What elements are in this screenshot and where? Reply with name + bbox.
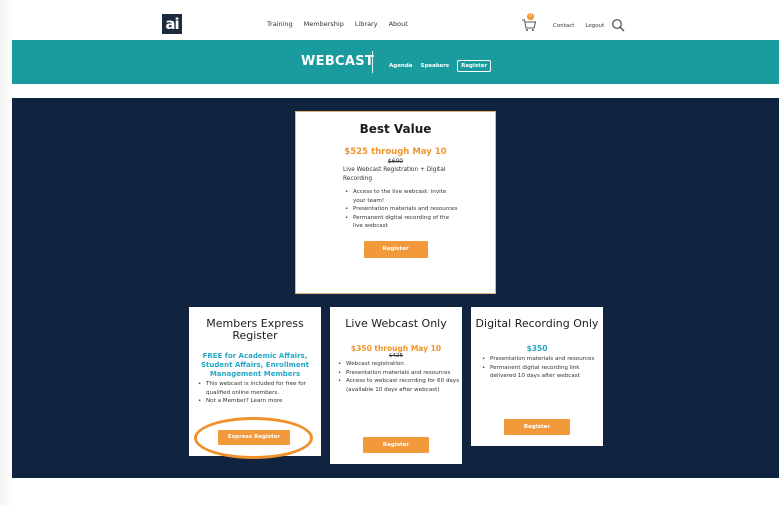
feature-item: Presentation materials and resources	[336, 369, 460, 378]
subnav-speakers[interactable]: Speakers	[421, 63, 450, 69]
best-value-card: Best Value $525 through May 10 $600 Live…	[295, 111, 496, 294]
live-webcast-register-button[interactable]: Register	[363, 437, 429, 453]
subnav-divider	[372, 51, 373, 73]
digital-recording-card: Digital Recording Only $350 Presentation…	[471, 307, 603, 446]
page-shadow	[0, 0, 12, 506]
members-express-features: This webcast is included for free for qu…	[196, 380, 316, 406]
feature-item: Permanent digital recording of the live …	[343, 214, 458, 231]
best-value-title: Best Value	[359, 122, 432, 136]
digital-recording-features: Presentation materials and resources Per…	[480, 355, 600, 381]
browser-page: ai Training Membership Library About 0 C…	[12, 0, 779, 506]
digital-recording-title: Digital Recording Only	[475, 317, 599, 330]
logout-link[interactable]: Logout	[585, 23, 604, 29]
nav-link-about[interactable]: About	[389, 20, 408, 28]
live-webcast-card: Live Webcast Only $350 through May 10 $4…	[330, 307, 462, 464]
live-webcast-price: $350 through May 10	[350, 344, 442, 353]
feature-item: This webcast is included for free for qu…	[196, 380, 316, 397]
feature-item[interactable]: Not a Member? Learn more	[196, 397, 316, 406]
nav-link-training[interactable]: Training	[267, 20, 293, 28]
feature-item: Access to the live webcast: invite your …	[343, 188, 458, 205]
feature-item: Webcast registration	[336, 360, 460, 369]
best-value-register-button[interactable]: Register	[363, 240, 428, 258]
cart-count-badge: 0	[527, 13, 534, 20]
best-value-old-price: $600	[387, 158, 404, 165]
express-register-highlight-circle	[194, 417, 313, 459]
feature-item: Permanent digital recording link deliver…	[480, 364, 600, 381]
feature-item: Presentation materials and resources	[480, 355, 600, 364]
nav-link-library[interactable]: Library	[355, 20, 378, 28]
subnav-register-button[interactable]: Register	[457, 60, 492, 72]
cart-icon[interactable]: 0	[521, 13, 537, 31]
digital-recording-price: $350	[526, 344, 548, 353]
best-value-features: Access to the live webcast: invite your …	[343, 188, 458, 231]
live-webcast-features: Webcast registration Presentation materi…	[336, 360, 460, 394]
account-links: Contact Logout	[553, 23, 604, 29]
search-icon[interactable]	[611, 17, 625, 32]
webcast-subnav: WEBCAST Agenda Speakers Register	[12, 40, 779, 84]
digital-recording-register-button[interactable]: Register	[504, 419, 570, 435]
nav-link-membership[interactable]: Membership	[304, 20, 344, 28]
top-navigation: ai Training Membership Library About 0 C…	[12, 8, 779, 38]
live-webcast-old-price: $425	[389, 353, 403, 359]
subnav-agenda[interactable]: Agenda	[389, 63, 413, 69]
best-value-price: $525 through May 10	[344, 147, 447, 157]
site-logo[interactable]: ai	[162, 14, 182, 34]
pricing-section: Best Value $525 through May 10 $600 Live…	[12, 98, 779, 478]
contact-link[interactable]: Contact	[553, 23, 574, 29]
main-nav-links: Training Membership Library About	[267, 20, 408, 28]
subnav-links: Agenda Speakers Register	[389, 60, 492, 72]
members-express-title: Members Express Register	[206, 317, 304, 342]
webcast-title: WEBCAST	[301, 54, 375, 69]
best-value-description: Live Webcast Registration + Digital Reco…	[343, 167, 446, 182]
feature-item: Presentation materials and resources	[343, 205, 458, 214]
feature-item: Access to webcast recording for 60 days …	[336, 377, 460, 394]
live-webcast-title: Live Webcast Only	[345, 317, 447, 330]
members-express-offer: FREE for Academic Affairs, Student Affai…	[200, 352, 310, 378]
